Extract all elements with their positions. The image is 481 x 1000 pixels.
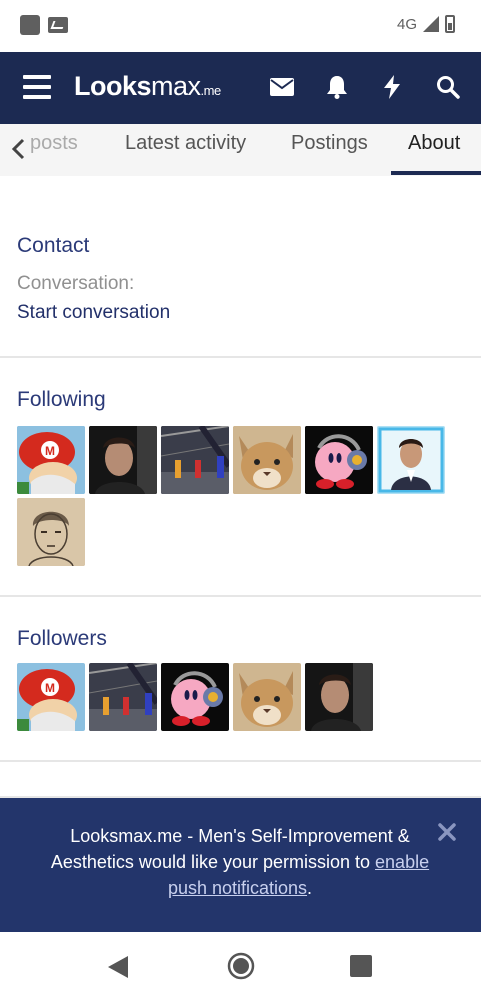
following-title: Following <box>17 388 106 411</box>
cat-avatar[interactable] <box>233 426 301 494</box>
cat-avatar[interactable] <box>233 663 301 731</box>
sketch-avatar[interactable] <box>17 498 85 566</box>
lightning-icon[interactable] <box>379 74 405 100</box>
notification-icons <box>20 15 68 35</box>
gym-scene-avatar[interactable] <box>89 663 157 731</box>
chevron-left-icon[interactable] <box>6 134 30 164</box>
push-notification-banner: Looksmax.me - Men's Self-Improvement & A… <box>0 796 481 932</box>
man-portrait-avatar[interactable] <box>377 426 445 494</box>
android-nav-bar <box>0 932 481 1000</box>
image-notification-icon <box>48 17 68 33</box>
mario-avatar[interactable]: M <box>17 663 85 731</box>
menu-icon[interactable] <box>23 75 51 99</box>
status-bar: 4G <box>0 0 481 52</box>
banner-message: Looksmax.me - Men's Self-Improvement & A… <box>30 823 450 901</box>
contact-title: Contact <box>17 234 90 257</box>
svg-text:M: M <box>45 444 55 458</box>
kirby-avatar[interactable] <box>305 426 373 494</box>
conversation-label: Conversation: <box>17 273 135 294</box>
search-icon[interactable] <box>435 74 461 100</box>
site-logo[interactable]: Looksmax.me <box>74 71 221 102</box>
envelope-icon[interactable] <box>269 74 295 100</box>
contact-section: Contact Conversation: Start conversation <box>0 176 481 358</box>
home-icon[interactable] <box>227 952 255 985</box>
tab-about[interactable]: About <box>408 132 460 155</box>
tab-postings[interactable]: Postings <box>291 132 368 155</box>
mario-avatar[interactable]: M <box>17 426 85 494</box>
followers-avatars: M <box>17 663 457 731</box>
site-header: Looksmax.me <box>0 52 481 124</box>
banner-text: Looksmax.me - Men's Self-Improvement & A… <box>50 826 410 872</box>
start-conversation-link[interactable]: Start conversation <box>17 302 170 324</box>
section-divider <box>0 760 481 762</box>
following-avatars: M <box>17 426 457 566</box>
man-dark-avatar[interactable] <box>89 426 157 494</box>
back-icon[interactable] <box>106 954 130 985</box>
followers-title: Followers <box>17 627 107 650</box>
app-notification-icon <box>20 15 40 35</box>
followers-section: Followers M <box>0 597 481 762</box>
man-dark-avatar[interactable] <box>305 663 373 731</box>
tab-posts[interactable]: posts <box>30 132 78 155</box>
svg-text:M: M <box>45 681 55 695</box>
following-section: Following M <box>0 358 481 596</box>
network-type: 4G <box>396 15 417 33</box>
active-tab-indicator <box>391 171 481 175</box>
battery-icon <box>445 15 455 33</box>
recents-icon[interactable] <box>349 954 373 983</box>
status-indicators: 4G <box>397 15 455 33</box>
profile-tabs: posts Latest activity Postings About <box>0 124 481 176</box>
close-icon[interactable] <box>437 822 457 842</box>
kirby-avatar[interactable] <box>161 663 229 731</box>
gym-scene-avatar[interactable] <box>161 426 229 494</box>
banner-text-end: . <box>307 878 313 898</box>
bell-icon[interactable] <box>324 74 350 100</box>
signal-icon <box>423 16 439 32</box>
tab-latest-activity[interactable]: Latest activity <box>125 132 246 155</box>
